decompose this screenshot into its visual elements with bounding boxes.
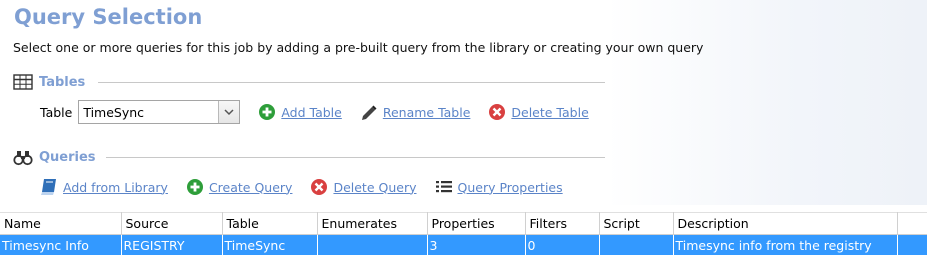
cell-properties: 3: [427, 234, 526, 255]
cell-table: TimeSync: [222, 234, 318, 255]
grid-header-row: Name Source Table Enumerates Properties …: [0, 212, 927, 235]
table-grid-icon: [13, 74, 33, 90]
cell-filters: 0: [525, 234, 600, 255]
column-header-name[interactable]: Name: [0, 212, 122, 235]
create-query-label: Create Query: [208, 179, 293, 195]
column-header-description[interactable]: Description: [673, 212, 898, 235]
tables-section-heading: Tables: [13, 73, 85, 91]
table-label: Table: [40, 104, 73, 120]
plus-circle-icon: [186, 179, 203, 195]
queries-heading-label: Queries: [39, 149, 96, 165]
cell-script: [599, 234, 674, 255]
binoculars-icon: [13, 151, 33, 166]
column-header-properties[interactable]: Properties: [427, 212, 526, 235]
tables-heading-label: Tables: [39, 74, 86, 90]
column-header-table[interactable]: Table: [222, 212, 318, 235]
table-row[interactable]: Timesync Info REGISTRY TimeSync 3 0 Time…: [0, 234, 927, 255]
plus-circle-icon: [259, 104, 276, 120]
rename-table-button[interactable]: Rename Table: [360, 103, 471, 121]
cell-enumerates: [317, 234, 428, 255]
query-grid: Name Source Table Enumerates Properties …: [0, 212, 927, 255]
query-properties-button[interactable]: Query Properties: [435, 178, 563, 196]
x-circle-icon: [311, 179, 328, 195]
create-query-button[interactable]: Create Query: [186, 178, 293, 196]
delete-query-button[interactable]: Delete Query: [310, 178, 417, 196]
delete-table-label: Delete Table: [511, 104, 589, 120]
cell-description: Timesync info from the registry: [673, 234, 898, 255]
tables-row: Table TimeSync Add Table Rename Table De…: [40, 100, 589, 124]
column-header-enumerates[interactable]: Enumerates: [317, 212, 428, 235]
queries-divider: [106, 157, 605, 158]
book-icon: [41, 179, 56, 195]
column-header-filters[interactable]: Filters: [525, 212, 600, 235]
x-circle-icon: [489, 104, 506, 120]
add-table-label: Add Table: [281, 104, 342, 120]
background-gradient: [607, 0, 927, 205]
chevron-down-icon: [224, 108, 234, 115]
column-header-source[interactable]: Source: [121, 212, 223, 235]
query-properties-label: Query Properties: [457, 179, 563, 195]
row-filler: [897, 234, 927, 255]
add-from-library-button[interactable]: Add from Library: [40, 178, 168, 196]
cell-source: REGISTRY: [121, 234, 223, 255]
column-header-script[interactable]: Script: [599, 212, 674, 235]
tables-divider: [98, 82, 605, 83]
tables-actions: Add Table Rename Table Delete Table: [258, 103, 589, 121]
page-subtitle: Select one or more queries for this job …: [13, 40, 704, 55]
delete-table-button[interactable]: Delete Table: [488, 103, 589, 121]
dropdown-button[interactable]: [218, 101, 240, 123]
add-table-button[interactable]: Add Table: [258, 103, 342, 121]
cell-name: Timesync Info: [0, 234, 122, 255]
header-filler: [897, 212, 927, 235]
rename-table-label: Rename Table: [382, 104, 471, 120]
list-icon: [435, 181, 452, 193]
table-select[interactable]: TimeSync: [78, 100, 241, 124]
pencil-icon: [361, 105, 377, 120]
page-title: Query Selection: [14, 5, 203, 29]
delete-query-label: Delete Query: [333, 179, 417, 195]
add-from-library-label: Add from Library: [63, 179, 168, 195]
queries-actions: Add from Library Create Query Delete Que…: [40, 178, 563, 196]
table-select-value: TimeSync: [83, 104, 145, 120]
queries-section-heading: Queries: [13, 148, 96, 166]
